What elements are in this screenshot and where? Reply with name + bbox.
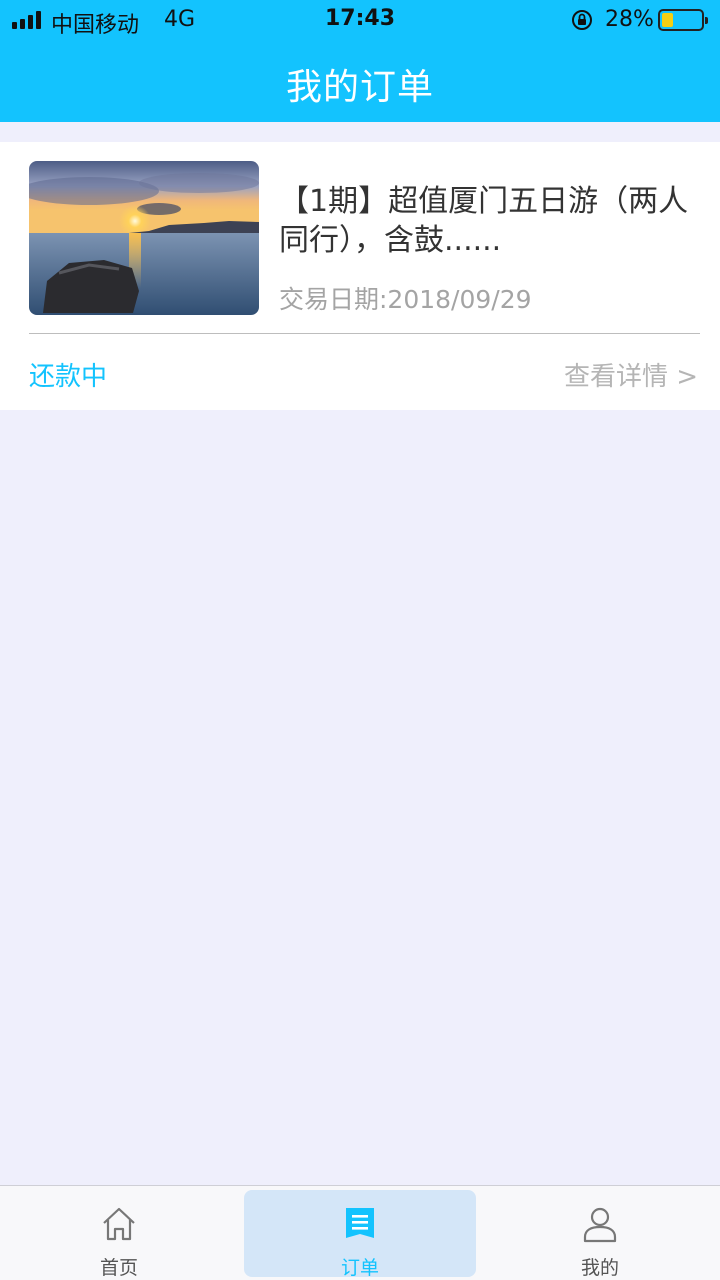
tab-profile[interactable]: 我的	[484, 1190, 716, 1279]
order-date: 交易日期:2018/09/29	[279, 285, 532, 314]
battery-percent: 28%	[605, 7, 654, 32]
tab-orders[interactable]: 订单	[244, 1190, 476, 1279]
order-title[interactable]: 【1期】超值厦门五日游（两人同行），含鼓......	[279, 182, 704, 260]
divider	[29, 333, 700, 334]
page-title: 我的订单	[285, 67, 434, 108]
order-icon	[346, 1208, 374, 1238]
order-status: 还款中	[29, 362, 108, 392]
status-bar: 中国移动 4G 17:43 28%	[0, 0, 720, 40]
tab-label-orders: 订单	[340, 1257, 379, 1279]
battery-level	[662, 13, 673, 27]
tab-label-profile: 我的	[580, 1257, 619, 1279]
home-icon	[103, 1207, 135, 1241]
order-thumbnail[interactable]	[29, 161, 259, 315]
view-details-link[interactable]: 查看详情 >	[564, 356, 698, 393]
tab-bar: 首页 订单 我的	[0, 1185, 720, 1280]
user-icon	[583, 1207, 617, 1243]
app-header: 中国移动 4G 17:43 28% 我的订单	[0, 0, 720, 122]
battery-icon	[658, 9, 708, 31]
tab-label-home: 首页	[99, 1257, 138, 1279]
order-card[interactable]: 【1期】超值厦门五日游（两人同行），含鼓...... 交易日期:2018/09/…	[0, 142, 720, 410]
sunset-sea-photo	[29, 161, 259, 315]
tab-home[interactable]: 首页	[3, 1190, 235, 1279]
rotation-lock-icon	[572, 10, 592, 30]
